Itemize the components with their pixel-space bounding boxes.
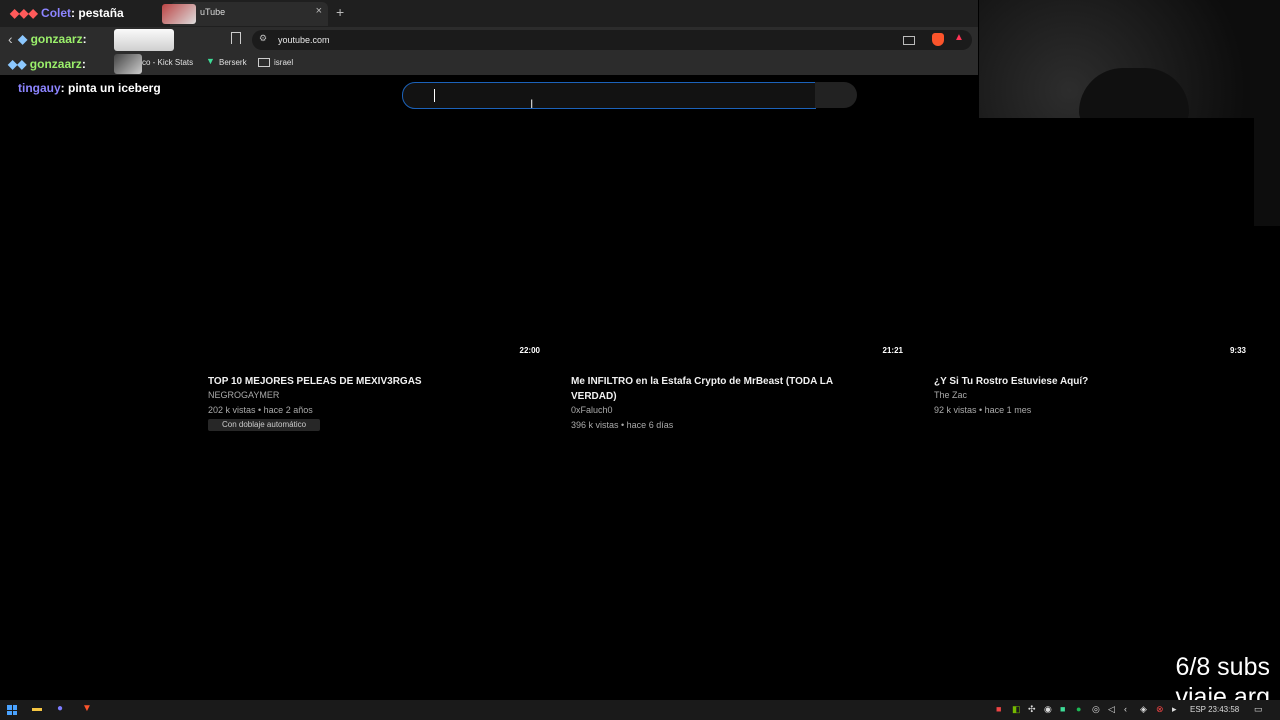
video-thumbnail[interactable] — [934, 118, 1254, 360]
chat-text: : — [82, 32, 87, 46]
bookmark-kick-stats[interactable]: co - Kick Stats — [142, 58, 193, 67]
clock[interactable]: ESP 23:43:58 — [1190, 705, 1239, 714]
new-tab-button[interactable]: + — [336, 4, 344, 20]
emote-image — [162, 4, 196, 24]
chat-text: : — [81, 57, 86, 71]
brave-shields-icon[interactable] — [932, 33, 944, 46]
channel-name[interactable]: The Zac — [934, 390, 967, 400]
tray-extra-icon[interactable]: ▸ — [1172, 704, 1177, 715]
bookmark-berserk[interactable]: Berserk — [219, 58, 247, 67]
video-card[interactable]: 22:00 TOP 10 MEJORES PELEAS DE MEXIV3RGA… — [208, 118, 548, 438]
chat-user: Colet — [41, 6, 72, 20]
video-thumbnail[interactable] — [571, 118, 911, 360]
omnibox[interactable]: ⚙ youtube.com ▲ — [252, 30, 972, 50]
discord-tray-icon[interactable]: ◉ — [1044, 704, 1052, 715]
bookmark-israel[interactable]: israel — [274, 58, 293, 67]
brave-rewards-icon[interactable]: ▲ — [954, 32, 964, 43]
chat-message: tingauy: pinta un iceberg — [18, 81, 161, 95]
chat-text: : pestaña — [71, 6, 124, 20]
subs-goal-text: 6/8 subs — [1175, 653, 1270, 681]
nvidia-icon[interactable]: ◧ — [1012, 704, 1021, 715]
site-info-icon[interactable]: ⚙ — [259, 33, 267, 44]
channel-name[interactable]: NEGROGAYMER — [208, 390, 279, 400]
back-button[interactable]: ‹ — [8, 31, 13, 47]
channel-name[interactable]: 0xFaluch0 — [571, 405, 613, 415]
bookmark-icon[interactable] — [231, 32, 241, 44]
chat-message: ◆◆ gonzaarz: — [8, 57, 86, 71]
video-card[interactable]: 9:33 ¿Y Si Tu Rostro Estuviese Aquí? The… — [934, 118, 1254, 438]
chat-user: gonzaarz — [29, 57, 82, 71]
search-input[interactable] — [402, 82, 816, 109]
chat-text: : pinta un iceberg — [60, 81, 161, 95]
taskbar: ▬ ● ▼ ■ ◧ ✣ ◉ ■ ● ◎ ◁ ‹ ◈ ⊗ ▸ ESP 23:43:… — [0, 700, 1280, 720]
video-thumbnail[interactable] — [208, 118, 548, 360]
volume-icon[interactable]: ◁ — [1108, 704, 1115, 715]
video-title[interactable]: TOP 10 MEJORES PELEAS DE MEXIV3RGAS — [208, 374, 488, 389]
chat-user: gonzaarz — [30, 32, 83, 46]
spotify-icon[interactable]: ● — [1076, 704, 1081, 714]
text-caret — [434, 89, 435, 102]
tray-flag-icon[interactable]: ■ — [996, 704, 1001, 714]
chat-message: ◆◆◆ Colet: pestaña — [10, 6, 124, 20]
video-meta: 92 k vistas • hace 1 mes — [934, 405, 1032, 415]
search-button[interactable] — [815, 82, 857, 108]
wifi-icon[interactable]: ◎ — [1092, 704, 1100, 715]
tray-chevron-icon[interactable]: ‹ — [1124, 704, 1127, 714]
emote-image — [114, 54, 142, 74]
url-text[interactable]: youtube.com — [278, 35, 330, 45]
tab-title: uTube — [200, 7, 226, 17]
windows-start-icon[interactable] — [7, 705, 17, 715]
chat-message: ◆ gonzaarz: — [18, 32, 87, 46]
badge-icons: ◆◆◆ — [10, 6, 42, 20]
text-cursor-icon: I — [530, 97, 534, 111]
brave-browser-icon[interactable]: ▼ — [82, 703, 92, 714]
notifications-icon[interactable]: ▭ — [1254, 704, 1263, 715]
tray-app-icon[interactable]: ■ — [1060, 704, 1065, 714]
file-explorer-icon[interactable]: ▬ — [32, 703, 42, 714]
badge-icons: ◆ — [18, 32, 31, 46]
tray-network-icon[interactable]: ◈ — [1140, 704, 1147, 715]
folder-icon — [258, 58, 270, 67]
video-meta: 396 k vistas • hace 6 días — [571, 420, 674, 430]
tray-record-icon[interactable]: ⊗ — [1156, 704, 1164, 715]
berserk-favicon-icon: ▼ — [206, 56, 215, 66]
tray-settings-icon[interactable]: ✣ — [1028, 704, 1036, 715]
video-meta: 202 k vistas • hace 2 años — [208, 405, 313, 415]
close-tab-icon[interactable]: × — [316, 5, 322, 17]
chat-user: tingauy — [18, 81, 61, 95]
badge-icons: ◆◆ — [8, 57, 30, 71]
tab-bar: uTube × + — [0, 0, 978, 27]
video-duration: 9:33 — [1229, 346, 1246, 355]
bookmarks-bar: co - Kick Stats ▼ Berserk israel — [0, 53, 978, 75]
video-card[interactable]: 21:21 Me INFILTRO en la Estafa Crypto de… — [571, 118, 911, 438]
emote-image — [114, 29, 174, 51]
language-indicator[interactable]: ESP — [1190, 705, 1206, 714]
video-duration: 21:21 — [882, 346, 903, 355]
auto-dub-badge: Con doblaje automático — [208, 419, 321, 431]
video-duration: 22:00 — [519, 346, 540, 355]
clock-time: 23:43:58 — [1208, 705, 1240, 714]
cast-icon[interactable] — [903, 36, 915, 45]
video-title[interactable]: ¿Y Si Tu Rostro Estuviese Aquí? — [934, 374, 1214, 389]
discord-icon[interactable]: ● — [57, 703, 63, 714]
video-title[interactable]: Me INFILTRO en la Estafa Crypto de MrBea… — [571, 374, 851, 404]
